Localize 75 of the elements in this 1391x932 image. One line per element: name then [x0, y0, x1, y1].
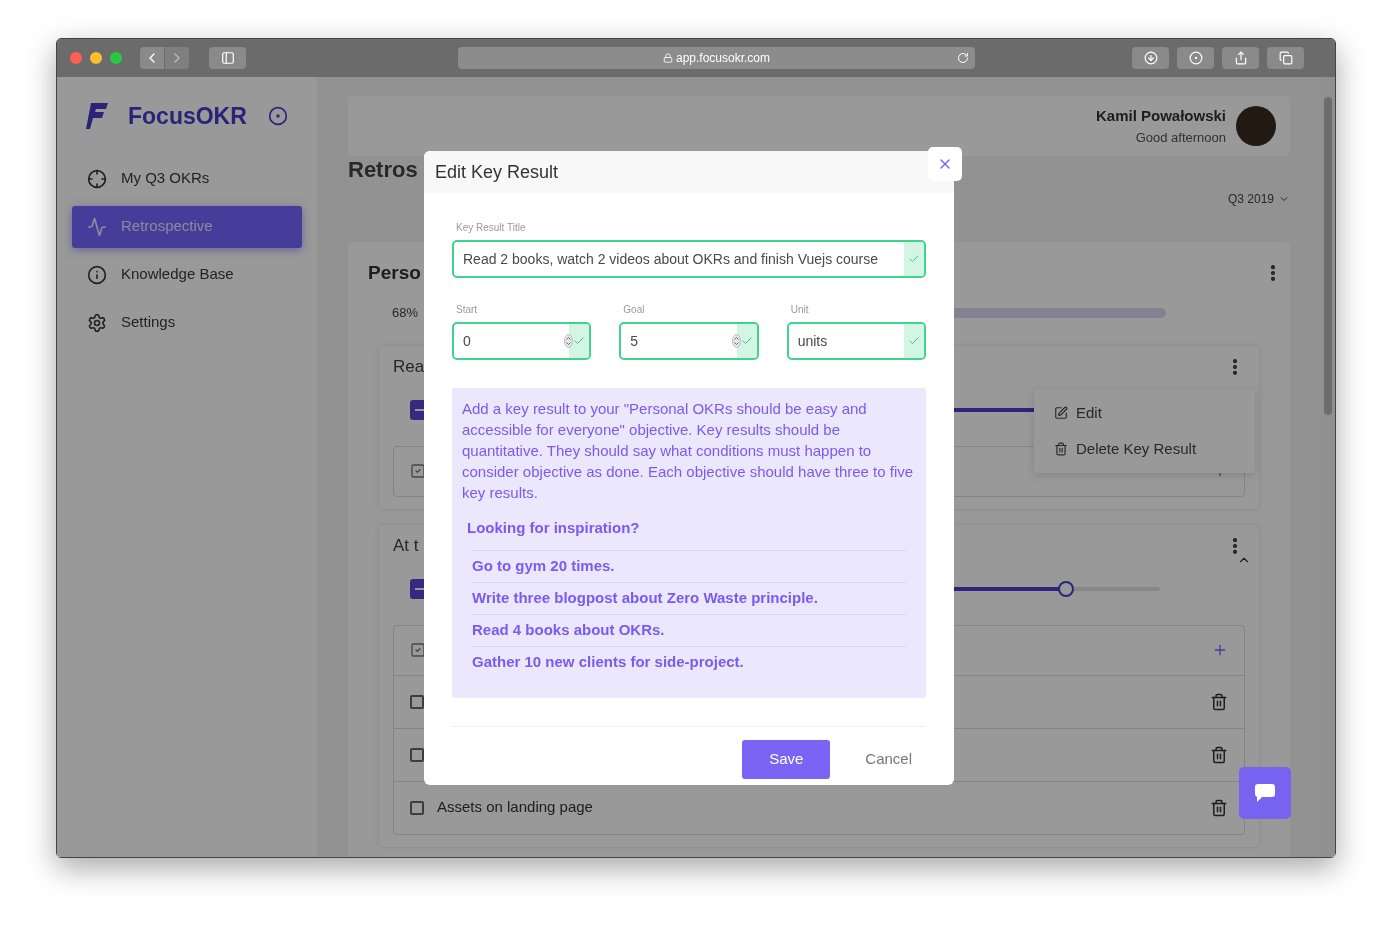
checkbox[interactable]: [410, 800, 424, 815]
cancel-button[interactable]: Cancel: [865, 747, 912, 771]
reload-icon[interactable]: [957, 52, 969, 64]
circle-icon: [1188, 51, 1203, 65]
check-icon: [908, 335, 920, 347]
spinner-icon[interactable]: [564, 334, 574, 348]
key-result-title: At t: [393, 534, 419, 557]
nav-item[interactable]: My Q3 OKRs: [72, 157, 302, 200]
download-icon: [1143, 51, 1158, 65]
period-select[interactable]: Q3 2019: [1227, 190, 1290, 208]
suggestion-link[interactable]: Gather 10 new clients for side-project.: [472, 645, 906, 678]
sidebar-toggle-button[interactable]: [209, 47, 246, 69]
trash-icon[interactable]: [1210, 745, 1228, 764]
sidebar-icon: [220, 51, 235, 65]
spinner-icon[interactable]: [731, 334, 741, 348]
settings-icon: [87, 312, 107, 333]
info-text: Add a key result to your "Personal OKRs should be easy and accessible for everyone" objective. Key results should be quantitative. They should say what conditions must happen to consider objective as done. Each objective should have three to five key results.: [462, 399, 915, 503]
suggestion-link[interactable]: Go to gym 20 times.: [472, 549, 906, 582]
greeting-text: Good afternoon: [1135, 128, 1226, 147]
nav-item[interactable]: Retrospective: [72, 205, 302, 248]
add-icon[interactable]: [1212, 642, 1228, 658]
trash-icon: [1054, 442, 1068, 457]
avatar[interactable]: [1236, 106, 1276, 146]
field-label: Start: [455, 303, 479, 317]
maximize-window-icon[interactable]: [110, 52, 122, 64]
task-label: Assets on landing page: [437, 797, 593, 818]
input-field[interactable]: units: [786, 322, 926, 360]
close-button[interactable]: [928, 147, 962, 181]
page-title: Retros: [348, 156, 418, 184]
pulse-icon: [87, 216, 107, 237]
check-icon: [740, 335, 753, 347]
field-label: Goal: [622, 303, 646, 317]
menu-item[interactable]: Delete Key Result: [1054, 438, 1235, 461]
inspiration-heading: Looking for inspiration?: [467, 518, 641, 538]
menu-item[interactable]: Edit: [1054, 401, 1235, 424]
url-text: app.focusokr.com: [675, 50, 771, 67]
share-icon: [1233, 51, 1248, 65]
check-icon: [908, 253, 920, 265]
download-button[interactable]: [1132, 47, 1169, 69]
trash-icon[interactable]: [1210, 692, 1228, 711]
progress-text: 68%: [392, 304, 419, 322]
check-icon: [573, 335, 586, 347]
tabs-button[interactable]: [1267, 47, 1304, 69]
logo-icon: [86, 103, 108, 130]
target-icon[interactable]: [268, 106, 288, 127]
chat-button[interactable]: [1239, 767, 1291, 819]
dialog-title: Edit Key Result: [435, 160, 559, 184]
key-result-title: Rea: [393, 355, 425, 378]
field-label: Unit: [789, 303, 810, 317]
check-all-icon[interactable]: [410, 642, 426, 658]
suggestion-link[interactable]: Write three blogpost about Zero Waste principle.: [472, 581, 906, 614]
chat-icon: [1254, 783, 1276, 803]
crosshair-icon: [87, 168, 107, 189]
minimize-window-icon[interactable]: [90, 52, 102, 64]
input-field[interactable]: 5: [619, 322, 759, 360]
nav-item[interactable]: Settings: [72, 301, 302, 344]
save-button[interactable]: Save: [742, 739, 831, 779]
field-label: Key Result Title: [455, 221, 527, 235]
tabs-icon: [1278, 51, 1293, 65]
nav-item[interactable]: Knowledge Base: [72, 253, 302, 296]
share-button[interactable]: [1222, 47, 1259, 69]
info-icon: [87, 264, 107, 285]
password-button[interactable]: [1177, 47, 1214, 69]
trash-icon[interactable]: [1210, 798, 1228, 817]
suggestion-link[interactable]: Read 4 books about OKRs.: [472, 613, 906, 646]
input-field[interactable]: 0: [452, 322, 592, 360]
slider-thumb[interactable]: [1058, 580, 1075, 597]
edit-icon: [1054, 405, 1068, 420]
lock-icon: [662, 53, 673, 63]
objective-title: Perso: [368, 260, 421, 285]
user-name: Kamil Powałowski: [1095, 106, 1226, 126]
app-logo: FocusOKR: [128, 102, 247, 131]
input-field[interactable]: Read 2 books, watch 2 videos about OKRs and finish Vuejs course: [452, 240, 926, 278]
check-all-icon[interactable]: [410, 463, 426, 479]
address-bar[interactable]: app.focusokr.com: [458, 47, 975, 69]
